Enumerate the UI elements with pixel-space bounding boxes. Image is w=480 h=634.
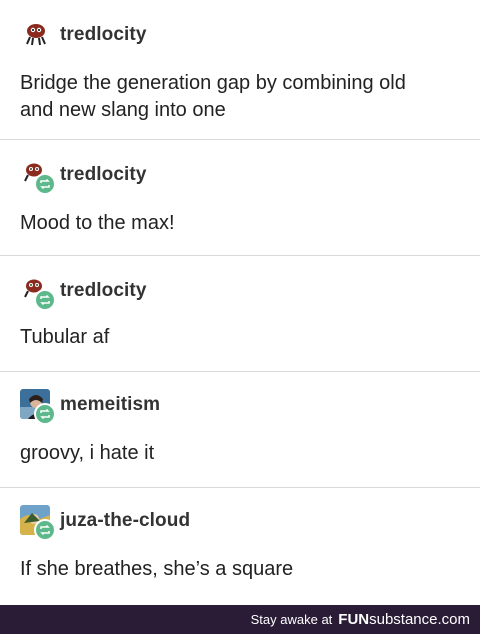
creature-icon[interactable] [20,19,52,51]
person-photo[interactable] [20,389,56,425]
footer-prefix: Stay awake at [250,612,333,627]
post-3: tredlocity Tubular af [0,256,480,372]
post-1: tredlocity Bridge the generation gap by … [0,0,480,140]
reblog-icon [34,519,56,541]
post-2: tredlocity Mood to the max! [0,140,480,256]
post-text: Tubular af [20,326,110,348]
username[interactable]: tredlocity [60,164,147,186]
username[interactable]: juza-the-cloud [60,510,190,532]
post-text: Mood to the max! [20,212,175,234]
character-art[interactable] [20,505,56,541]
funsubstance-watermark: Stay awake at FUNsubstance.com [0,605,480,634]
brand-light: substance.com [369,611,470,628]
brand-bold: FUN [338,611,370,628]
reblog-icon [34,403,56,425]
post-4: memeitism groovy, i hate it [0,372,480,488]
post-5: juza-the-cloud If she breathes, she’s a … [0,488,480,605]
username[interactable]: tredlocity [60,280,147,302]
username[interactable]: memeitism [60,394,160,416]
creature-icon[interactable] [20,159,56,195]
username[interactable]: tredlocity [60,24,147,46]
post-text: groovy, i hate it [20,442,155,464]
reblog-icon [34,289,56,311]
reblog-icon [34,173,56,195]
creature-icon[interactable] [20,275,56,311]
post-text: If she breathes, she’s a square [20,558,294,580]
brand-logo: FUNsubstance.com [338,611,470,628]
post-text: Bridge the generation gap by combining o… [20,72,406,121]
